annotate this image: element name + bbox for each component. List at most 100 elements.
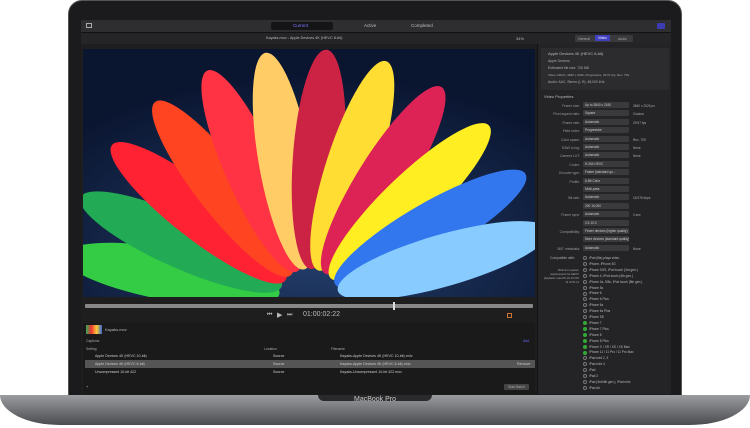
property-row[interactable]: 0.5 10.0 xyxy=(538,219,671,228)
device-item: iPhone 4s, 5/5c, iPod touch (5th gen.) xyxy=(583,280,642,284)
header-filename: Filename xyxy=(331,347,345,351)
property-extra: None xyxy=(633,146,641,150)
inspector-toggle-icon[interactable] xyxy=(657,23,665,29)
previous-icon[interactable]: ⏮ xyxy=(267,312,272,319)
property-extra: None xyxy=(633,154,641,159)
property-value[interactable]: H.264 HEVC xyxy=(583,160,629,167)
scrubber[interactable] xyxy=(85,304,533,308)
property-value[interactable]: 8-Bit Color xyxy=(583,177,629,184)
device-name: iPhone 8 xyxy=(589,332,602,337)
device-item: iPhone 6s xyxy=(583,303,603,308)
unchecked-icon xyxy=(583,256,587,261)
device-item: iPhone X / XR / XS / XS Max xyxy=(583,345,630,349)
device-name: iPhone SE xyxy=(589,315,605,319)
table-row[interactable]: Apple Devices 4K (HEVC 8-bit) Source Kayak… xyxy=(85,360,535,368)
property-value[interactable]: Multi-pass xyxy=(583,186,629,192)
property-value[interactable]: Automatic xyxy=(583,194,629,201)
add-icon[interactable]: + xyxy=(86,384,88,389)
play-icon[interactable]: ▶ xyxy=(277,311,282,319)
property-row[interactable]: Compatibility: Fewer devices (higher qual… xyxy=(538,228,671,236)
device-item: iPad 2 xyxy=(583,374,599,379)
property-row[interactable]: Frame sync: Automatic 0 sec xyxy=(538,211,671,219)
unchecked-icon xyxy=(583,385,587,390)
property-value[interactable]: Automatic xyxy=(583,135,629,142)
property-row[interactable]: Profile: 8-Bit Color xyxy=(538,177,671,186)
property-row[interactable]: Field order: Progressive xyxy=(538,127,671,135)
unchecked-icon xyxy=(583,262,587,267)
preset-name: Apple Devices 4K (HEVC 8-bit) xyxy=(548,51,604,56)
property-row[interactable]: Pixel aspect ratio: Square Custom xyxy=(538,110,671,118)
playhead[interactable] xyxy=(393,302,395,310)
check-icon xyxy=(583,338,587,343)
laptop-brand: MacBook Pro xyxy=(353,396,397,403)
tab-current[interactable]: Current xyxy=(293,23,308,28)
unchecked-icon xyxy=(583,309,587,314)
screen: Current Active Completed Kayaks.mov - Ap… xyxy=(81,20,671,394)
tab-general[interactable]: General xyxy=(578,37,590,41)
timecode[interactable]: 01:00:02:22 xyxy=(303,311,340,318)
property-extra: Rec. 709 xyxy=(633,137,646,142)
property-row[interactable]: Color space: Automatic Rec. 709 xyxy=(538,135,671,144)
start-batch-button[interactable]: Start Batch xyxy=(504,384,529,390)
property-value[interactable]: More devices (standard quality) xyxy=(583,236,629,243)
property-value[interactable]: 0.5 10.0 xyxy=(583,219,629,226)
property-row[interactable]: Camera LUT: Automatic None xyxy=(538,152,671,160)
property-row[interactable]: 360° metadata: Automatic None xyxy=(538,244,671,253)
property-value[interactable]: Automatic xyxy=(583,211,629,218)
tab-video[interactable]: Video xyxy=(595,35,610,41)
device-name: iPhone 7 xyxy=(589,320,602,325)
property-row[interactable]: Encoder type: Faster (standard qu... xyxy=(538,169,671,177)
device-item: iPhone 8 xyxy=(583,333,602,337)
tab-audio[interactable]: Audio xyxy=(618,37,627,41)
table-row[interactable]: Apple Devices 4K (HEVC 10-bit) Source Kaya… xyxy=(85,352,535,360)
property-value[interactable]: Automatic xyxy=(583,152,629,159)
property-value[interactable]: Automatic xyxy=(583,144,629,150)
property-row[interactable]: Bit rate: Automatic 16,976 kbps xyxy=(538,194,671,202)
device-item: iPhone 7 Plus xyxy=(583,327,609,331)
remove-button[interactable]: Remove xyxy=(517,362,530,366)
property-value[interactable]: 200 16,000 xyxy=(583,202,629,209)
device-name: iPad 2 xyxy=(589,374,599,378)
property-row[interactable]: More devices (standard quality) xyxy=(538,236,671,244)
property-value[interactable]: Automatic xyxy=(583,118,629,125)
property-row[interactable]: Codec: H.264 HEVC xyxy=(538,160,671,169)
viewer-bar: Kayaks.mov - Apple Devices 4K (HEVC 8-bi… xyxy=(81,33,671,44)
property-value[interactable]: Square xyxy=(583,110,629,117)
unchecked-icon xyxy=(583,273,587,278)
property-row[interactable]: Frame size: Up to 3840 x 2160 3840 x 2026 … xyxy=(538,102,671,110)
tab-completed[interactable]: Completed xyxy=(411,23,433,28)
preset-category: Apple Devices xyxy=(548,59,570,63)
device-name: iPad xyxy=(589,368,596,373)
property-row[interactable]: Frame rate: Automatic 29.97 fps xyxy=(538,118,671,127)
device-item: iPhone 7 xyxy=(583,320,602,326)
table-row[interactable]: Uncompressed 10-bit 422 Source Kayaks-Unco… xyxy=(85,368,535,376)
device-name: iPad mini 4 xyxy=(589,362,605,367)
device-item: iPhone, iPhone 3G xyxy=(583,262,616,267)
tab-active[interactable]: Active xyxy=(364,23,376,28)
device-item: iPhone 6s Plus xyxy=(583,309,610,314)
unchecked-icon xyxy=(583,279,587,284)
property-value[interactable]: Faster (standard qu... xyxy=(583,169,629,176)
toolbar: Current Active Completed xyxy=(81,20,671,33)
zoom-select[interactable]: 34% xyxy=(516,36,524,41)
kayaks-image xyxy=(83,49,535,297)
property-row[interactable]: RAW to log: Automatic None xyxy=(538,144,671,152)
add-caption-button[interactable]: Add xyxy=(523,339,529,343)
property-row[interactable]: Multi-pass xyxy=(538,186,671,194)
property-value[interactable]: Fewer devices (higher quality) xyxy=(583,228,629,234)
property-label: Pixel aspect ratio: xyxy=(553,112,580,117)
property-value[interactable]: Progressive xyxy=(583,127,629,134)
property-extra: 29.97 fps xyxy=(633,120,647,125)
marker-icon[interactable] xyxy=(507,313,512,318)
property-value[interactable]: Up to 3840 x 2160 xyxy=(583,102,629,108)
sidebar-toggle-icon[interactable] xyxy=(86,23,92,28)
property-label: 360° metadata: xyxy=(556,246,580,251)
min-requirements: Minimum system requirements for HEVC pla… xyxy=(543,268,579,284)
device-item: iPhone 6 Plus xyxy=(583,297,609,302)
device-item: iPhone 4, iPod touch (4th gen.) xyxy=(583,274,633,278)
device-item: iPhone 6 xyxy=(583,291,602,296)
property-value[interactable]: Automatic xyxy=(583,244,629,251)
unchecked-icon xyxy=(583,362,587,367)
property-row[interactable]: 200 16,000 xyxy=(538,202,671,211)
next-icon[interactable]: ⏭ xyxy=(287,312,292,319)
